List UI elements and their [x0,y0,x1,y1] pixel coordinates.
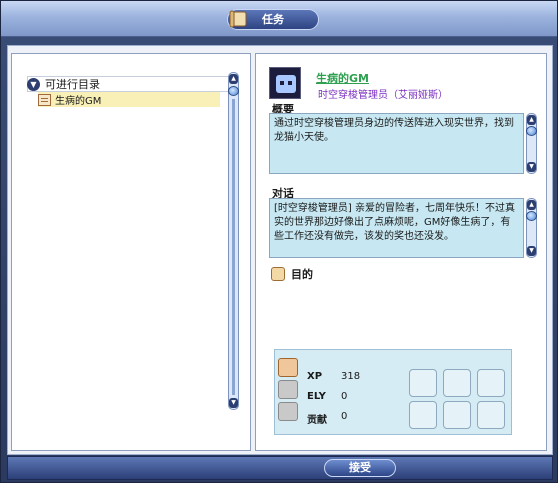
reward-slot[interactable] [443,369,471,397]
dialogue-scrollbar[interactable]: ▲ ▼ [526,198,537,258]
scroll-thumb[interactable] [526,211,537,221]
quest-detail-panel: 生病的GM 时空穿梭管理员（艾丽娅斯） 概要 通过时空穿梭管理员身边的传送阵进入… [255,53,547,451]
goal-row: 目的 [271,266,313,282]
category-label: 可进行目录 [45,78,100,91]
reward-slot[interactable] [409,369,437,397]
quest-name: 生病的GM [316,72,369,85]
scroll-up-icon[interactable]: ▲ [229,74,238,84]
goal-scroll-icon [271,267,285,281]
reward-tab-box-icon[interactable] [278,402,298,421]
quest-list-panel: ▼ 可进行目录 生病的GM ▲ ▼ [11,53,251,451]
reward-slot[interactable] [477,401,505,429]
quest-item-label: 生病的GM [55,96,102,107]
quest-scroll-icon [38,93,51,106]
dialogue-text: [时空穿梭管理员] 亲爱的冒险者，七周年快乐！不过真实的世界那边好像出了点麻烦呢… [269,198,524,258]
title-bar[interactable]: 任务 [1,1,557,37]
reward-tab-item-icon[interactable] [278,358,298,377]
reward-tab-bag-icon[interactable] [278,380,298,399]
reward-row-contribution: 贡献 0 [307,411,348,426]
scroll-thumb[interactable] [228,86,239,96]
reward-row-ely: ELY 0 [307,391,348,402]
scroll-track [232,99,235,395]
quest-list-scrollbar[interactable]: ▲ ▼ [228,72,239,410]
npc-avatar [269,67,301,99]
accept-button[interactable]: 接受 [324,459,396,477]
scroll-down-icon[interactable]: ▼ [527,162,536,172]
reward-row-xp: XP 318 [307,371,361,382]
expand-toggle-icon[interactable]: ▼ [27,77,40,91]
scroll-up-icon[interactable]: ▲ [527,115,536,125]
footer-bar [7,456,553,480]
scroll-down-icon[interactable]: ▼ [527,246,536,256]
quest-window: 任务 ▼ 可进行目录 生病的GM ▲ ▼ 生病的GM 时空穿梭管理员（艾丽娅斯）… [0,0,558,483]
scroll-down-icon[interactable]: ▼ [229,398,238,408]
quest-list-item[interactable]: 生病的GM [38,92,220,107]
reward-slot[interactable] [409,401,437,429]
scroll-thumb[interactable] [526,126,537,136]
scroll-up-icon[interactable]: ▲ [527,200,536,210]
reward-slot[interactable] [443,401,471,429]
summary-scrollbar[interactable]: ▲ ▼ [526,113,537,174]
reward-slot[interactable] [477,369,505,397]
reward-box: XP 318 ELY 0 贡献 0 [274,349,512,435]
goal-label: 目的 [291,268,313,281]
category-available[interactable]: ▼ 可进行目录 [27,76,233,92]
scroll-icon [229,10,247,28]
summary-text: 通过时空穿梭管理员身边的传送阵进入现实世界，找到龙猫小天使。 [269,113,524,174]
npc-name: 时空穿梭管理员（艾丽娅斯） [318,90,448,101]
